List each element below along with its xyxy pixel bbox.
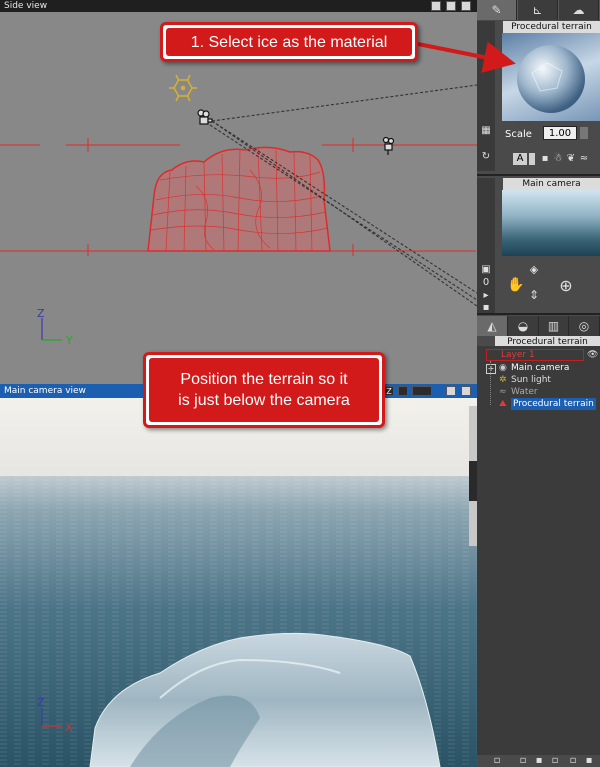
position-callout: Position the terrain so it is just below… — [143, 352, 385, 428]
position-callout-line2: is just below the camera — [178, 392, 350, 409]
callout-arrow — [417, 41, 516, 73]
material-callout-text: 1. Select ice as the material — [190, 33, 388, 51]
material-callout: 1. Select ice as the material — [160, 22, 418, 62]
position-callout-line1: Position the terrain so it — [180, 371, 348, 388]
